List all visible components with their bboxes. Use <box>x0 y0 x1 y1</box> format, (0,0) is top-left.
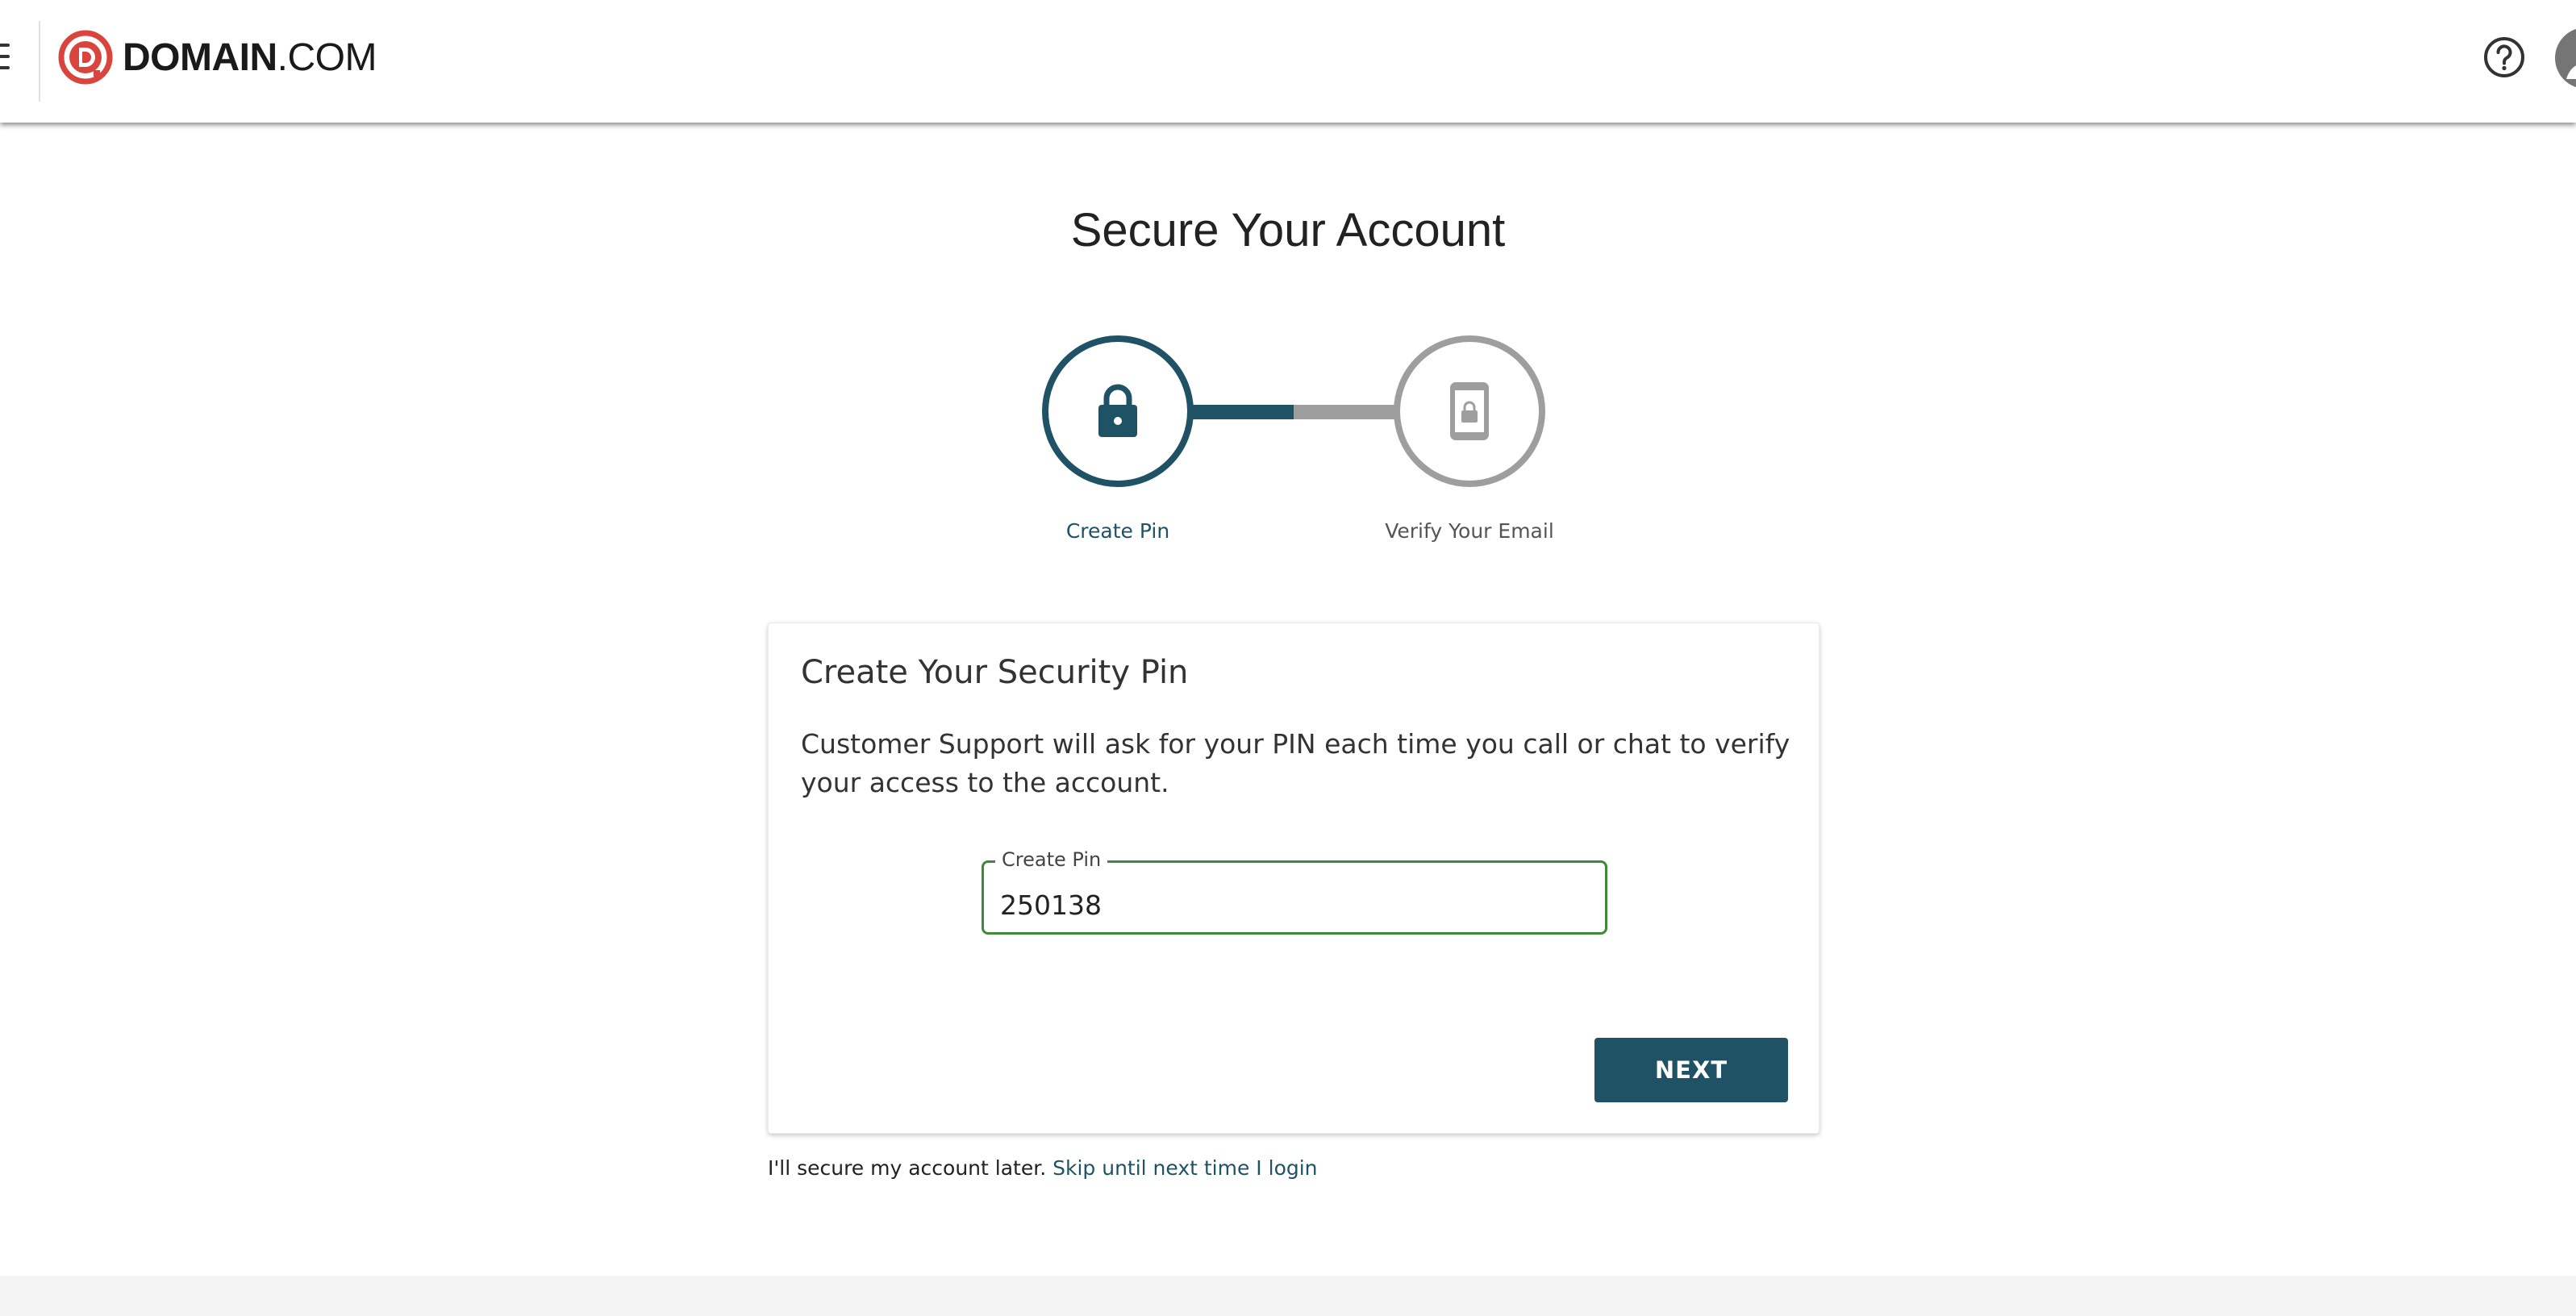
header-divider <box>39 21 40 102</box>
stepper-connector-pending <box>1294 405 1397 419</box>
phone-lock-icon <box>1450 382 1489 440</box>
create-pin-input[interactable] <box>1000 887 1581 922</box>
user-avatar-icon[interactable] <box>2555 27 2576 89</box>
step-verify-email <box>1394 335 1545 487</box>
skip-message: I'll secure my account later. Skip until… <box>768 1156 1318 1180</box>
create-pin-field[interactable]: Create Pin <box>982 848 1607 935</box>
create-pin-label: Create Pin <box>995 848 1108 871</box>
step-create-pin <box>1042 335 1194 487</box>
stepper-connector-complete <box>1190 405 1294 419</box>
progress-stepper <box>1042 335 1545 489</box>
logo-brand-text: DOMAIN <box>123 35 277 79</box>
security-pin-card: Create Your Security Pin Customer Suppor… <box>768 623 1819 1134</box>
domain-logo-icon <box>58 30 113 85</box>
hamburger-menu-icon[interactable] <box>0 44 10 73</box>
card-description: Customer Support will ask for your PIN e… <box>801 728 1790 798</box>
footer-band <box>0 1276 2576 1316</box>
logo-suffix-text: .COM <box>277 35 377 79</box>
top-header: DOMAIN.COM <box>0 0 2576 123</box>
card-title: Create Your Security Pin <box>801 654 1189 691</box>
page-title: Secure Your Account <box>1070 204 1506 256</box>
step-label-create-pin: Create Pin <box>1065 519 1170 543</box>
lock-icon <box>1098 384 1137 437</box>
step-label-verify-email: Verify Your Email <box>1385 519 1554 543</box>
question-circle-icon[interactable] <box>2482 35 2526 79</box>
skip-link[interactable]: Skip until next time I login <box>1052 1156 1317 1180</box>
next-button[interactable]: NEXT <box>1594 1038 1788 1102</box>
brand-logo[interactable]: DOMAIN.COM <box>58 29 377 85</box>
skip-text: I'll secure my account later. <box>768 1156 1047 1180</box>
logo-wordmark: DOMAIN.COM <box>123 35 377 80</box>
